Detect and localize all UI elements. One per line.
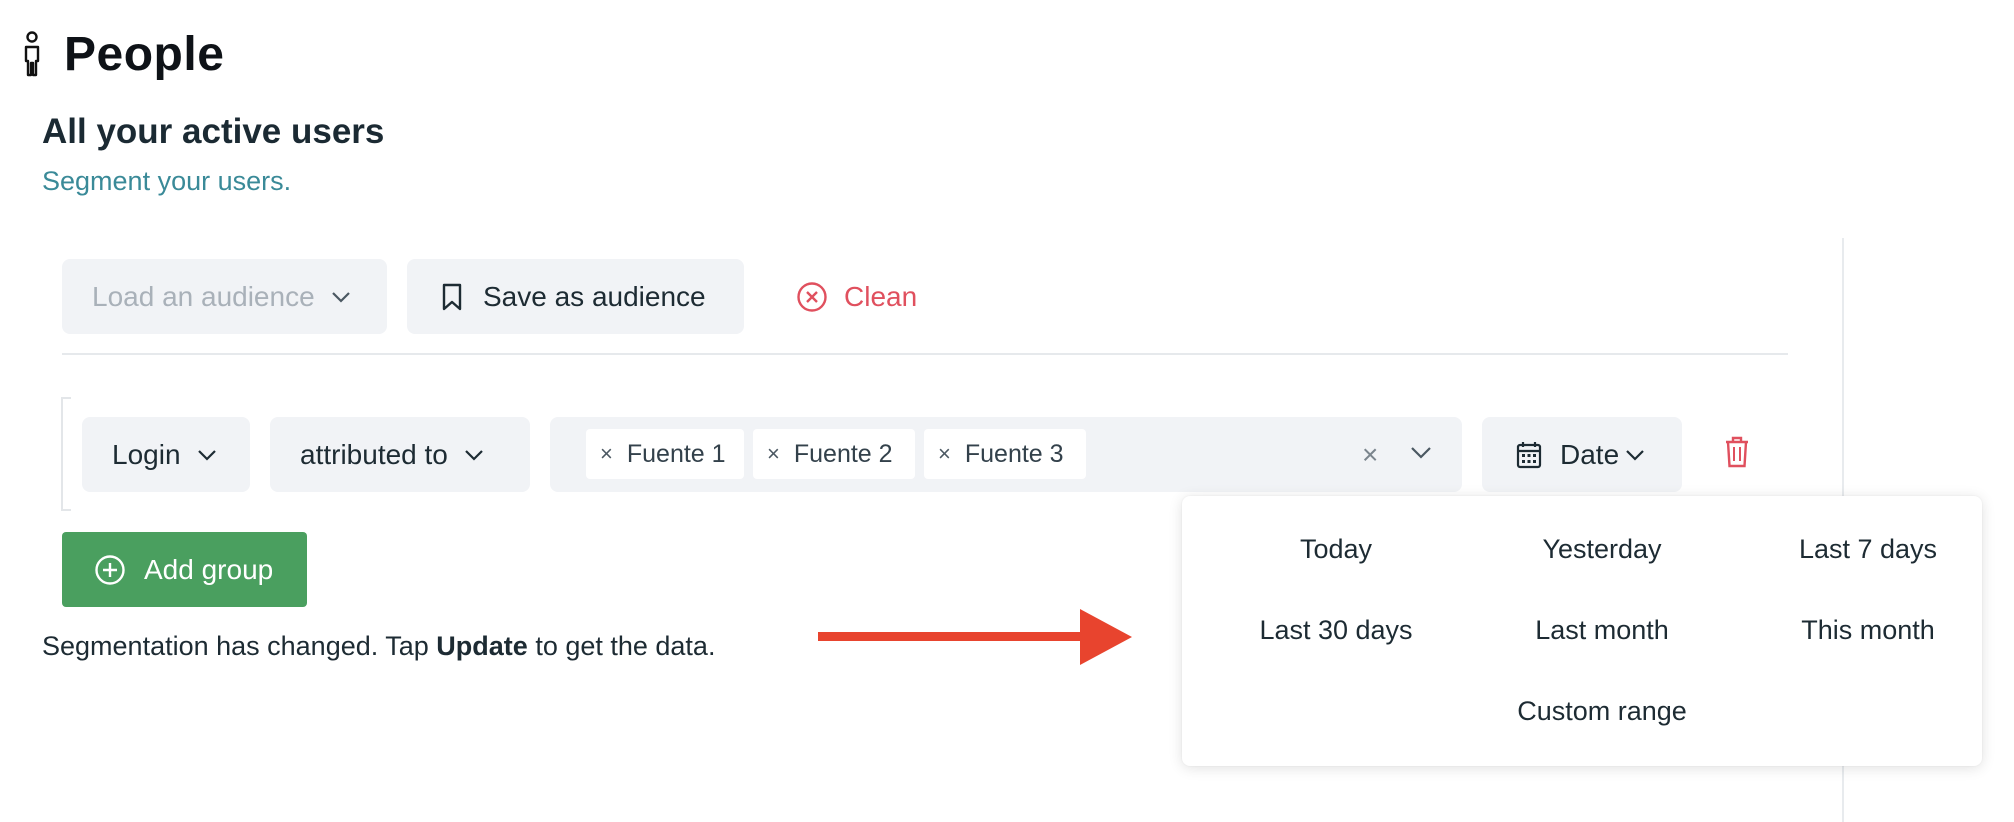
bookmark-icon xyxy=(442,283,462,310)
date-preset-today[interactable]: Today xyxy=(1206,534,1466,565)
chevron-down-icon xyxy=(1626,449,1644,461)
chevron-down-icon[interactable] xyxy=(1410,446,1432,460)
add-group-label: Add group xyxy=(144,553,274,585)
source-chip-label: Fuente 2 xyxy=(793,439,893,468)
source-chip-label: Fuente 3 xyxy=(964,439,1064,468)
load-audience-placeholder: Load an audience xyxy=(92,280,315,312)
relation-select-value: attributed to xyxy=(300,438,448,470)
chevron-down-icon xyxy=(197,449,216,461)
annotation-arrow-icon xyxy=(818,609,1132,665)
page-header: People xyxy=(20,24,224,84)
calendar-icon xyxy=(1516,441,1542,468)
clear-selection-icon[interactable]: × xyxy=(1362,439,1378,471)
sources-multiselect[interactable]: × Fuente 1 × Fuente 2 × Fuente 3 × xyxy=(550,417,1462,492)
date-preset-custom-range[interactable]: Custom range xyxy=(1472,696,1732,727)
source-chip: × Fuente 2 xyxy=(753,429,915,479)
date-preset-last-7-days[interactable]: Last 7 days xyxy=(1738,534,1998,565)
remove-chip-icon[interactable]: × xyxy=(600,441,613,467)
page-title: People xyxy=(64,27,225,81)
update-emphasis: Update xyxy=(436,631,528,661)
date-preset-this-month[interactable]: This month xyxy=(1738,615,1998,646)
source-chip-label: Fuente 1 xyxy=(626,439,726,468)
remove-chip-icon[interactable]: × xyxy=(938,441,951,467)
date-preset-last-month[interactable]: Last month xyxy=(1472,615,1732,646)
delete-filter-trash-icon[interactable] xyxy=(1724,436,1750,468)
message-text: Segmentation has changed. Tap xyxy=(42,631,437,661)
date-preset-last-30-days[interactable]: Last 30 days xyxy=(1206,615,1466,646)
save-as-audience-button[interactable]: Save as audience xyxy=(407,259,744,334)
section-title: All your active users xyxy=(42,112,385,151)
save-as-audience-label: Save as audience xyxy=(483,280,706,312)
person-icon xyxy=(24,31,40,77)
add-group-button[interactable]: Add group xyxy=(62,532,307,607)
relation-select[interactable]: attributed to xyxy=(270,417,530,492)
segmentation-changed-message: Segmentation has changed. Tap Update to … xyxy=(42,631,715,662)
date-preset-yesterday[interactable]: Yesterday xyxy=(1472,534,1732,565)
clean-label: Clean xyxy=(844,281,918,312)
plus-circle-icon xyxy=(95,554,125,585)
date-select[interactable]: Date xyxy=(1482,417,1682,492)
toolbar-divider xyxy=(62,353,1788,355)
date-presets-dropdown: Today Yesterday Last 7 days Last 30 days… xyxy=(1182,496,1982,766)
clean-button[interactable]: Clean xyxy=(796,278,917,316)
close-circle-icon xyxy=(797,282,827,312)
section-subtitle: Segment your users. xyxy=(42,166,292,196)
remove-chip-icon[interactable]: × xyxy=(767,441,780,467)
chevron-down-icon xyxy=(331,291,350,303)
load-audience-select[interactable]: Load an audience xyxy=(62,259,387,334)
filter-group-bracket xyxy=(61,397,71,511)
date-select-label: Date xyxy=(1560,438,1620,470)
event-select[interactable]: Login xyxy=(82,417,250,492)
message-text: to get the data. xyxy=(527,631,716,661)
chevron-down-icon xyxy=(465,449,483,461)
source-chip: × Fuente 1 xyxy=(586,429,744,479)
event-select-value: Login xyxy=(112,438,181,470)
source-chip: × Fuente 3 xyxy=(924,429,1086,479)
